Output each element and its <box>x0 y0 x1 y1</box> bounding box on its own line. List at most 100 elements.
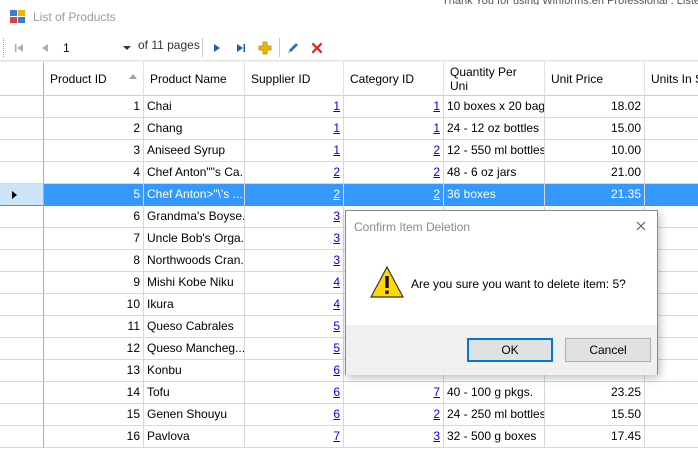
cell-product-id[interactable]: 12 <box>44 338 144 360</box>
cell-product-name[interactable]: Chef Anton>"\'s ... <box>144 184 245 206</box>
cell-units-in-stock[interactable] <box>645 382 698 404</box>
row-header[interactable] <box>0 294 44 316</box>
cell-product-id[interactable]: 13 <box>44 360 144 382</box>
cell-category-id[interactable]: 2 <box>344 162 444 184</box>
edit-button[interactable] <box>282 37 304 58</box>
cell-supplier-id[interactable]: 3 <box>245 250 344 272</box>
ok-button[interactable]: OK <box>467 338 553 362</box>
cell-unit-price[interactable]: 15.00 <box>545 118 645 140</box>
row-header[interactable] <box>0 316 44 338</box>
row-header[interactable] <box>0 426 44 448</box>
cell-supplier-id[interactable]: 6 <box>245 360 344 382</box>
table-row[interactable]: 14 Tofu 6 7 40 - 100 g pkgs. 23.25 <box>0 382 698 404</box>
cell-product-name[interactable]: Pavlova <box>144 426 245 448</box>
cell-product-name[interactable]: Ikura <box>144 294 245 316</box>
cell-supplier-id[interactable]: 6 <box>245 382 344 404</box>
row-header[interactable] <box>0 250 44 272</box>
cell-product-name[interactable]: Genen Shouyu <box>144 404 245 426</box>
cell-category-id[interactable]: 7 <box>344 382 444 404</box>
cell-supplier-id[interactable]: 1 <box>245 96 344 118</box>
cell-quantity-per-unit[interactable]: 24 - 12 oz bottles <box>444 118 545 140</box>
cell-product-name[interactable]: Chang <box>144 118 245 140</box>
cell-product-id[interactable]: 4 <box>44 162 144 184</box>
cell-units-in-stock[interactable] <box>645 118 698 140</box>
cell-quantity-per-unit[interactable]: 32 - 500 g boxes <box>444 426 545 448</box>
row-header[interactable] <box>0 404 44 426</box>
cell-product-id[interactable]: 16 <box>44 426 144 448</box>
table-row[interactable]: 4 Chef Anton""s Ca... 2 2 48 - 6 oz jars 21.0… <box>0 162 698 184</box>
table-row[interactable]: 5 Chef Anton>"\'s ... 2 2 36 boxes 21.35 <box>0 184 698 206</box>
cell-supplier-id[interactable]: 3 <box>245 206 344 228</box>
cancel-button[interactable]: Cancel <box>565 338 651 362</box>
table-row[interactable]: 2 Chang 1 1 24 - 12 oz bottles 15.00 <box>0 118 698 140</box>
column-header-category-id[interactable]: Category ID <box>344 62 444 96</box>
cell-product-name[interactable]: Tofu <box>144 382 245 404</box>
cell-product-id[interactable]: 1 <box>44 96 144 118</box>
row-header[interactable] <box>0 338 44 360</box>
cell-supplier-id[interactable]: 4 <box>245 294 344 316</box>
cell-units-in-stock[interactable] <box>645 140 698 162</box>
cell-product-id[interactable]: 14 <box>44 382 144 404</box>
cell-category-id[interactable]: 1 <box>344 96 444 118</box>
row-header[interactable] <box>0 184 44 206</box>
row-header[interactable] <box>0 140 44 162</box>
add-new-button[interactable] <box>254 37 276 58</box>
cell-supplier-id[interactable]: 2 <box>245 162 344 184</box>
column-header-product-id[interactable]: Product ID <box>44 62 144 96</box>
dialog-close-button[interactable] <box>631 217 651 235</box>
cell-product-name[interactable]: Grandma's Boyse... <box>144 206 245 228</box>
cell-supplier-id[interactable]: 6 <box>245 404 344 426</box>
cell-units-in-stock[interactable] <box>645 96 698 118</box>
cell-product-name[interactable]: Konbu <box>144 360 245 382</box>
table-row[interactable]: 1 Chai 1 1 10 boxes x 20 bags 18.02 <box>0 96 698 118</box>
cell-product-id[interactable]: 5 <box>44 184 144 206</box>
cell-category-id[interactable]: 2 <box>344 184 444 206</box>
cell-product-id[interactable]: 9 <box>44 272 144 294</box>
cell-supplier-id[interactable]: 3 <box>245 228 344 250</box>
row-header[interactable] <box>0 96 44 118</box>
cell-product-name[interactable]: Queso Mancheg... <box>144 338 245 360</box>
cell-product-name[interactable]: Uncle Bob's Orga... <box>144 228 245 250</box>
column-header-supplier-id[interactable]: Supplier ID <box>245 62 344 96</box>
cell-supplier-id[interactable]: 5 <box>245 316 344 338</box>
cell-units-in-stock[interactable] <box>645 162 698 184</box>
cell-quantity-per-unit[interactable]: 40 - 100 g pkgs. <box>444 382 545 404</box>
cell-category-id[interactable]: 3 <box>344 426 444 448</box>
next-page-button[interactable] <box>206 37 228 58</box>
cell-product-id[interactable]: 7 <box>44 228 144 250</box>
cell-category-id[interactable]: 2 <box>344 404 444 426</box>
cell-unit-price[interactable]: 21.00 <box>545 162 645 184</box>
row-header[interactable] <box>0 382 44 404</box>
table-row[interactable]: 3 Aniseed Syrup 1 2 12 - 550 ml bottles 10.00 <box>0 140 698 162</box>
delete-button[interactable] <box>306 37 328 58</box>
cell-supplier-id[interactable]: 4 <box>245 272 344 294</box>
cell-quantity-per-unit[interactable]: 36 boxes <box>444 184 545 206</box>
cell-supplier-id[interactable]: 1 <box>245 140 344 162</box>
column-header-units-in-stock[interactable]: Units In St <box>645 62 698 96</box>
previous-page-button[interactable] <box>34 37 56 58</box>
cell-unit-price[interactable]: 23.25 <box>545 382 645 404</box>
cell-quantity-per-unit[interactable]: 10 boxes x 20 bags <box>444 96 545 118</box>
cell-product-id[interactable]: 8 <box>44 250 144 272</box>
cell-supplier-id[interactable]: 2 <box>245 184 344 206</box>
row-header[interactable] <box>0 360 44 382</box>
column-header-product-name[interactable]: Product Name <box>144 62 245 96</box>
cell-product-id[interactable]: 6 <box>44 206 144 228</box>
cell-product-id[interactable]: 15 <box>44 404 144 426</box>
cell-unit-price[interactable]: 10.00 <box>545 140 645 162</box>
cell-quantity-per-unit[interactable]: 48 - 6 oz jars <box>444 162 545 184</box>
cell-product-id[interactable]: 3 <box>44 140 144 162</box>
cell-product-name[interactable]: Chai <box>144 96 245 118</box>
row-header[interactable] <box>0 206 44 228</box>
cell-unit-price[interactable]: 17.45 <box>545 426 645 448</box>
row-header[interactable] <box>0 162 44 184</box>
cell-category-id[interactable]: 1 <box>344 118 444 140</box>
cell-product-name[interactable]: Mishi Kobe Niku <box>144 272 245 294</box>
cell-unit-price[interactable]: 18.02 <box>545 96 645 118</box>
cell-quantity-per-unit[interactable]: 12 - 550 ml bottles <box>444 140 545 162</box>
toolbar-grip[interactable] <box>3 38 5 57</box>
cell-supplier-id[interactable]: 5 <box>245 338 344 360</box>
last-page-button[interactable] <box>230 37 252 58</box>
row-header-corner[interactable] <box>0 62 44 96</box>
cell-product-id[interactable]: 10 <box>44 294 144 316</box>
